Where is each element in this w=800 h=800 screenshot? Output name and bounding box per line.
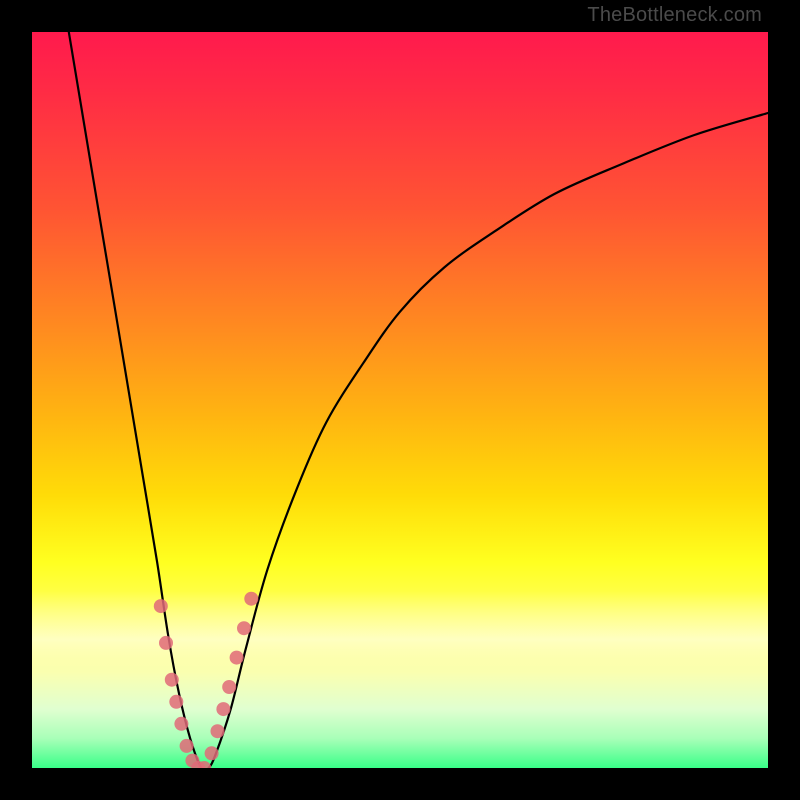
highlight-marker [237, 621, 251, 635]
highlight-marker [216, 702, 230, 716]
bottleneck-curve-path [69, 32, 768, 768]
highlighted-points [154, 592, 258, 768]
highlight-marker [154, 599, 168, 613]
highlight-marker [211, 724, 225, 738]
highlight-marker [222, 680, 236, 694]
plot-area [32, 32, 768, 768]
highlight-marker [205, 746, 219, 760]
highlight-marker [230, 651, 244, 665]
bottleneck-curve [69, 32, 768, 768]
chart-frame: TheBottleneck.com [0, 0, 800, 800]
watermark-text: TheBottleneck.com [587, 4, 762, 27]
highlight-marker [165, 673, 179, 687]
highlight-marker [180, 739, 194, 753]
highlight-marker [174, 717, 188, 731]
highlight-marker [244, 592, 258, 606]
highlight-marker [159, 636, 173, 650]
curve-layer [32, 32, 768, 768]
highlight-marker [169, 695, 183, 709]
